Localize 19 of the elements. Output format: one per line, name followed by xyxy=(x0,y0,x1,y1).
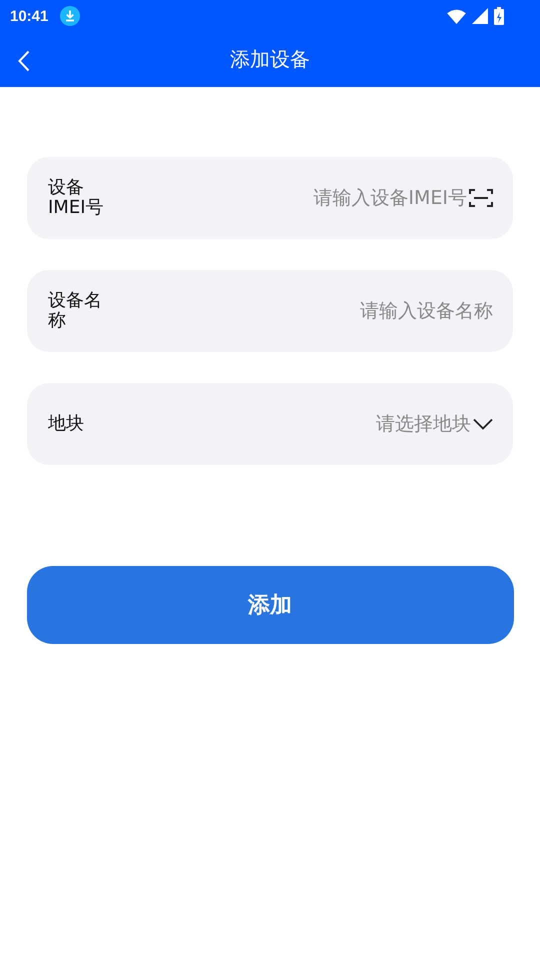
wifi-icon xyxy=(447,8,466,24)
download-icon xyxy=(60,6,80,26)
form-field[interactable]: 地块 请选择地块 xyxy=(27,383,513,465)
field-label: 设备名称 xyxy=(48,291,103,331)
field-label: 地块 xyxy=(48,414,85,434)
input-field[interactable]: 请输入设备名称 xyxy=(110,300,493,322)
battery-icon xyxy=(494,7,504,25)
input-field[interactable]: 请选择地块 xyxy=(110,413,471,435)
chevron-down-icon[interactable] xyxy=(473,418,493,430)
page-title: 添加设备 xyxy=(230,46,310,73)
add-button[interactable]: 添加 xyxy=(26,566,514,644)
signal-icon xyxy=(472,8,488,24)
form-field[interactable]: 设备名称 请输入设备名称 xyxy=(27,270,513,352)
form-field[interactable]: 设备IMEI号 请输入设备IMEI号 xyxy=(27,157,513,239)
status-time: 10:41 xyxy=(10,8,48,24)
scan-icon[interactable] xyxy=(469,188,493,208)
back-icon[interactable] xyxy=(18,50,30,72)
field-label: 设备IMEI号 xyxy=(48,178,105,218)
input-field[interactable]: 请输入设备IMEI号 xyxy=(110,187,467,209)
